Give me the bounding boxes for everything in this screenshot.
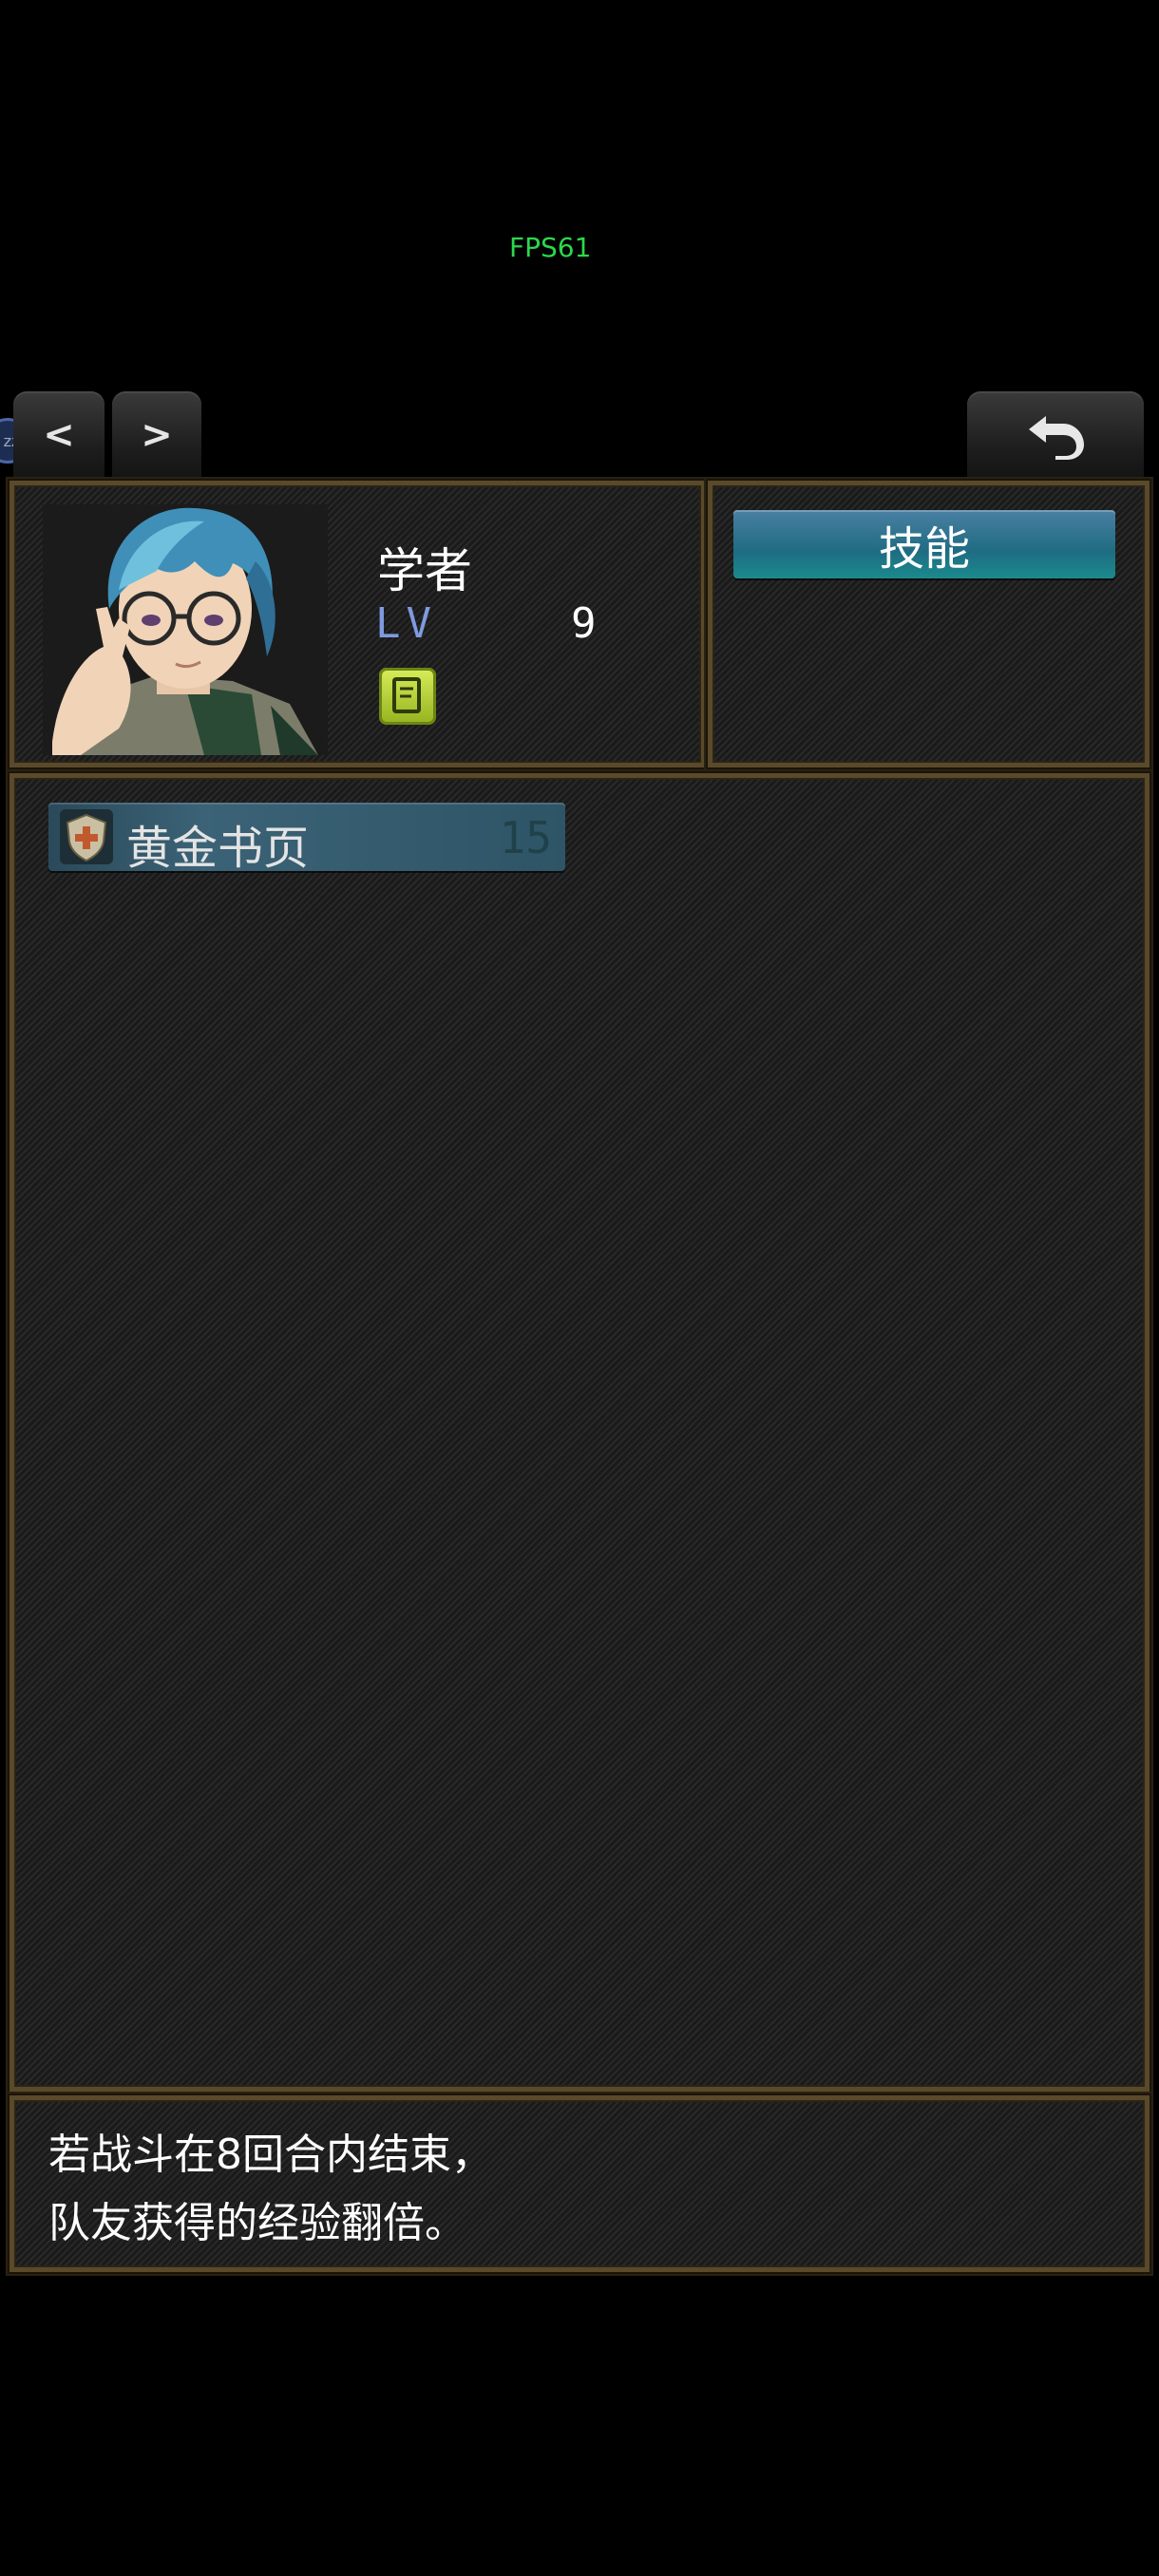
skill-description: 若战斗在8回合内结束， 队友获得的经验翻倍。 xyxy=(48,2121,493,2258)
prev-label: < xyxy=(43,413,75,457)
fps-counter: FPS61 xyxy=(509,232,592,263)
next-label: > xyxy=(141,413,173,457)
description-panel: 若战斗在8回合内结束， 队友获得的经验翻倍。 xyxy=(8,2093,1151,2274)
return-arrow-icon xyxy=(1029,416,1084,460)
skill-cost: 15 xyxy=(499,812,552,863)
book-icon[interactable] xyxy=(379,668,436,725)
prev-character-button[interactable]: < xyxy=(13,391,104,479)
skill-list-panel: 黄金书页 15 xyxy=(8,771,1151,2093)
back-button[interactable] xyxy=(967,391,1144,479)
next-character-button[interactable]: > xyxy=(112,391,201,479)
description-line-2: 队友获得的经验翻倍。 xyxy=(48,2199,466,2247)
character-portrait xyxy=(43,504,328,755)
level-label: LV xyxy=(375,599,437,648)
description-line-1: 若战斗在8回合内结束， xyxy=(48,2131,493,2179)
skill-name: 黄金书页 xyxy=(126,822,310,875)
list-item[interactable]: 黄金书页 15 xyxy=(48,803,565,875)
class-name: 学者 xyxy=(377,543,472,598)
shield-cross-icon xyxy=(60,809,113,864)
level-value: 9 xyxy=(571,599,597,648)
skill-tab-panel: 技能 xyxy=(706,479,1151,769)
skills-tab-button[interactable]: 技能 xyxy=(733,510,1115,578)
character-panel: 学者 LV 9 xyxy=(8,479,708,769)
